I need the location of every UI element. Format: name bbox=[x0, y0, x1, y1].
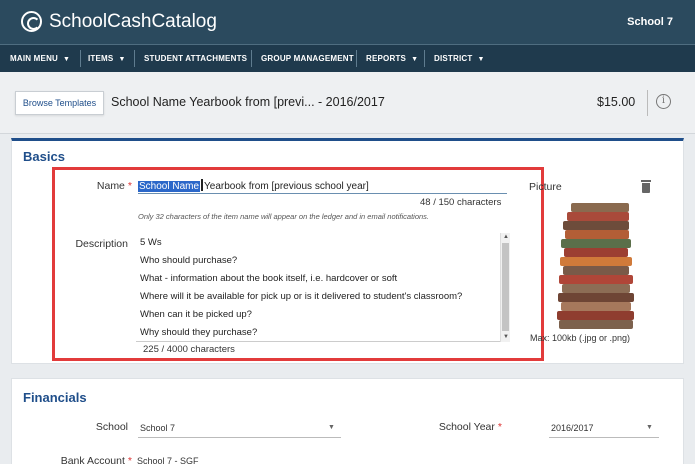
school-year-select-value[interactable]: 2016/2017 bbox=[551, 423, 594, 433]
nav-divider bbox=[424, 50, 425, 67]
book bbox=[565, 230, 629, 239]
book bbox=[561, 302, 631, 311]
item-title-bar: Browse Templates School Name Yearbook fr… bbox=[0, 72, 695, 134]
caret-down-icon: ▼ bbox=[477, 56, 485, 63]
nav-label: GROUP MANAGEMENT bbox=[261, 54, 354, 63]
nav-divider bbox=[80, 50, 81, 67]
school-label: School bbox=[95, 421, 128, 433]
basics-heading: Basics bbox=[23, 149, 65, 164]
school-select-value[interactable]: School 7 bbox=[140, 423, 175, 433]
logo-icon[interactable] bbox=[21, 11, 42, 32]
chevron-down-icon[interactable]: ▼ bbox=[646, 424, 653, 431]
top-header: SchoolCashCatalog School 7 bbox=[0, 0, 695, 44]
info-icon[interactable]: i bbox=[656, 94, 671, 109]
nav-district[interactable]: DISTRICT ▼ bbox=[434, 45, 485, 72]
book bbox=[557, 311, 634, 320]
book bbox=[571, 203, 629, 212]
book bbox=[559, 275, 633, 284]
highlight-annotation-box bbox=[52, 167, 544, 361]
nav-group-management[interactable]: GROUP MANAGEMENT bbox=[261, 45, 354, 72]
caret-down-icon: ▼ bbox=[118, 56, 126, 63]
book bbox=[560, 257, 632, 266]
divider bbox=[647, 90, 648, 116]
item-title: School Name Yearbook from [previ... - 20… bbox=[111, 95, 385, 109]
caret-down-icon: ▼ bbox=[63, 56, 71, 63]
trash-icon[interactable] bbox=[641, 180, 651, 193]
nav-divider bbox=[356, 50, 357, 67]
bank-account-value[interactable]: School 7 - SGF bbox=[137, 456, 199, 464]
picture-label: Picture bbox=[529, 181, 562, 193]
current-school[interactable]: School 7 bbox=[627, 16, 673, 28]
caret-down-icon: ▼ bbox=[411, 56, 419, 63]
chevron-down-icon[interactable]: ▼ bbox=[328, 424, 335, 431]
book bbox=[558, 293, 634, 302]
item-price: $15.00 bbox=[597, 95, 636, 109]
school-select-underline bbox=[138, 437, 341, 438]
browse-templates-button[interactable]: Browse Templates bbox=[15, 91, 104, 115]
book bbox=[561, 239, 631, 248]
book bbox=[563, 221, 629, 230]
nav-label: STUDENT ATTACHMENTS bbox=[144, 54, 248, 63]
main-nav: MAIN MENU ▼ ITEMS ▼ STUDENT ATTACHMENTS GR… bbox=[0, 44, 695, 72]
book bbox=[559, 320, 633, 329]
nav-label: REPORTS bbox=[366, 54, 407, 63]
nav-label: MAIN MENU bbox=[10, 54, 59, 63]
bank-account-label-text: Bank Account bbox=[60, 455, 125, 464]
book bbox=[564, 248, 628, 257]
school-year-label: School Year * bbox=[420, 421, 502, 433]
financials-heading: Financials bbox=[23, 390, 87, 405]
nav-reports[interactable]: REPORTS ▼ bbox=[366, 45, 418, 72]
nav-main-menu[interactable]: MAIN MENU ▼ bbox=[10, 45, 70, 72]
nav-divider bbox=[134, 50, 135, 67]
nav-label: ITEMS bbox=[88, 54, 114, 63]
nav-items[interactable]: ITEMS ▼ bbox=[88, 45, 126, 72]
picture-max-size: Max: 100kb (.jpg or .png) bbox=[530, 333, 631, 343]
school-year-label-text: School Year bbox=[438, 421, 495, 433]
trash-can bbox=[642, 183, 650, 193]
required-marker: * bbox=[497, 421, 502, 433]
required-marker: * bbox=[127, 455, 132, 464]
brand-name[interactable]: SchoolCashCatalog bbox=[49, 11, 217, 33]
school-year-select-underline bbox=[549, 437, 659, 438]
item-picture[interactable] bbox=[557, 203, 634, 331]
trash-lid bbox=[641, 180, 651, 182]
nav-label: DISTRICT bbox=[434, 54, 473, 63]
nav-divider bbox=[251, 50, 252, 67]
book bbox=[567, 212, 629, 221]
nav-student-attachments[interactable]: STUDENT ATTACHMENTS bbox=[144, 45, 247, 72]
book bbox=[563, 266, 629, 275]
bank-account-label: Bank Account * bbox=[40, 455, 132, 464]
book bbox=[562, 284, 630, 293]
